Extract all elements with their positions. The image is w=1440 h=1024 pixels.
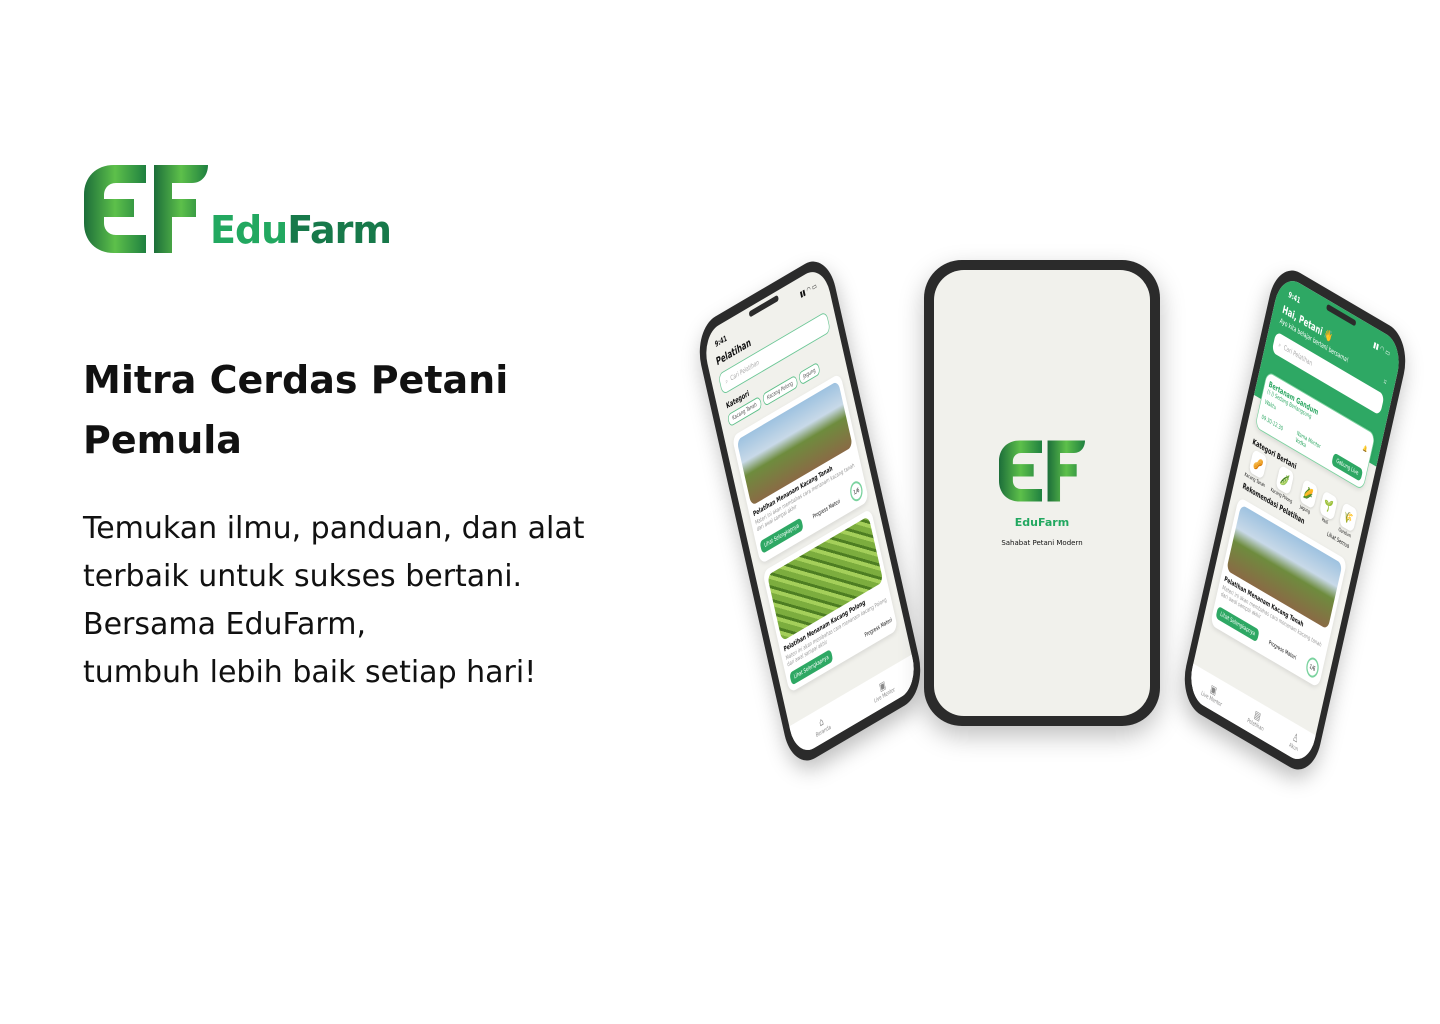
bell-icon: 🔔 bbox=[1362, 444, 1369, 454]
body-text: Temukan ilmu, panduan, dan alat terbaik u… bbox=[83, 511, 585, 690]
search-icon: ⌕ bbox=[1277, 340, 1282, 349]
nav-akun[interactable]: ♙ Akun bbox=[1288, 729, 1301, 753]
app-name: EduFarm bbox=[1014, 515, 1070, 529]
brand-name: EduFarm bbox=[210, 208, 392, 252]
bottom-nav: ▣ Live Mentor ▤ Pelatihan ♙ Akun bbox=[1186, 663, 1316, 768]
phone-training-screen: 9:41 ▮▮ ◠ ▭ Pelatihan ⌕ Cari Pelatihan Kat… bbox=[693, 250, 927, 772]
headline: Mitra Cerdas Petani Pemula bbox=[83, 358, 509, 462]
edufarm-logo bbox=[84, 165, 208, 253]
nav-live-mentor[interactable]: ▣ Live Mentor bbox=[1200, 678, 1225, 709]
phone-splash-screen: EduFarm Sahabat Petani Modern bbox=[924, 260, 1160, 726]
search-icon: ⌕ bbox=[724, 376, 729, 386]
tagline: Sahabat Petani Modern bbox=[1001, 538, 1083, 547]
phone-home-screen: 9:41 ▮▮ ◠ ▭ Hai, Petani 👋 Ayo kita belaja… bbox=[1178, 259, 1412, 781]
bookmark-icon[interactable]: ⌑ bbox=[1383, 378, 1387, 387]
nav-live-mentor[interactable]: ▣ Live Mentor bbox=[871, 674, 896, 705]
nav-beranda[interactable]: ⌂ Beranda bbox=[813, 712, 831, 739]
nav-pelatihan[interactable]: ▤ Pelatihan bbox=[1247, 705, 1267, 733]
splash-logo bbox=[999, 439, 1085, 502]
